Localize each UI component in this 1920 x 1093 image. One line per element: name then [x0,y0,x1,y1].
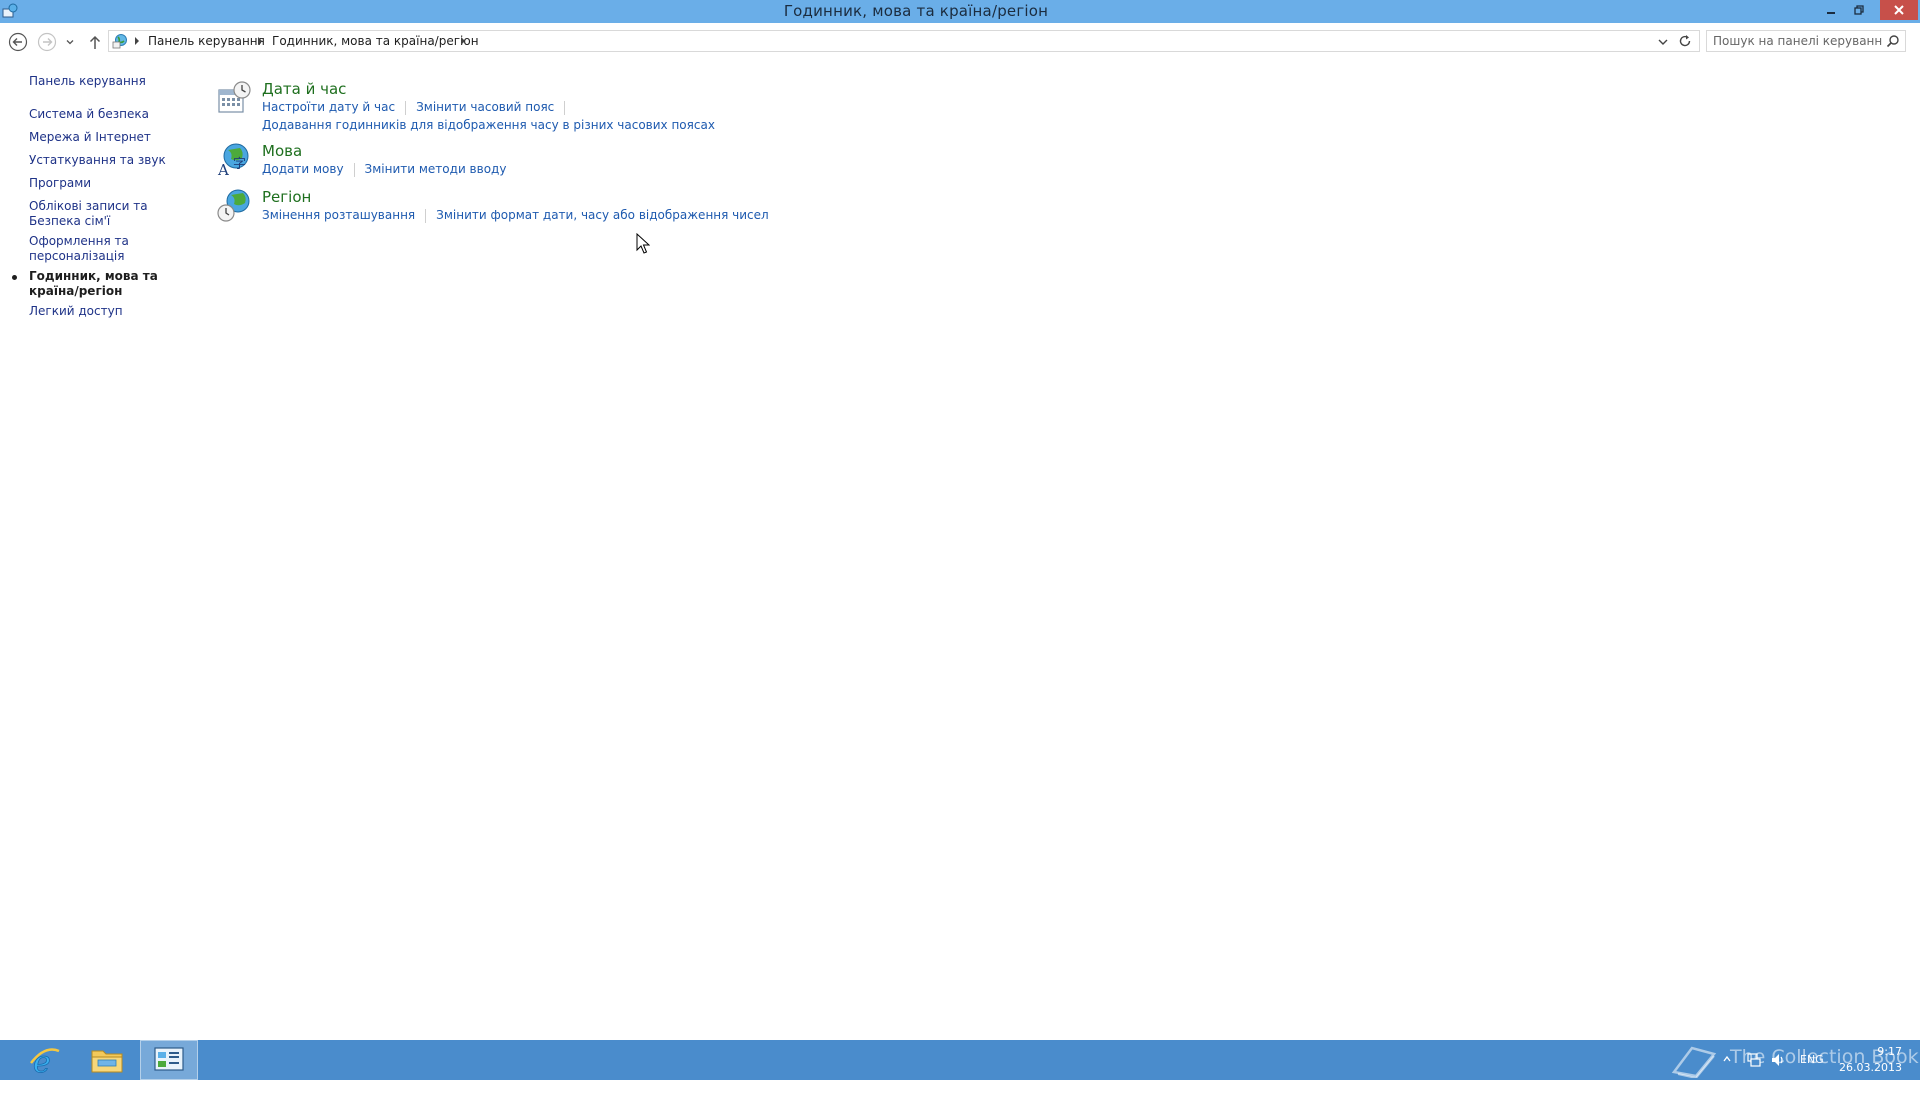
control-panel-icon [112,34,127,49]
back-arrow-icon [8,32,28,52]
add-language-link[interactable]: Додати мову [262,162,344,176]
clock[interactable]: 9:17 26.03.2013 [1832,1044,1902,1076]
svg-text:A: A [217,161,229,178]
up-button[interactable] [84,31,106,53]
taskbar-internet-explorer[interactable]: e [16,1040,74,1080]
mouse-cursor-icon [636,233,650,254]
language-title[interactable]: Мова [262,142,302,160]
window-title: Годинник, мова та країна/регіон [783,2,1049,20]
nav-system-security[interactable]: Система й безпека [29,107,189,122]
internet-explorer-icon: e [30,1045,60,1077]
date-time-links-row: Настроїти дату й час Змінити часовий пояс [262,100,575,115]
taskbar-control-panel[interactable] [140,1040,198,1080]
breadcrumb-separator-icon[interactable] [256,36,264,46]
date-time-icon[interactable] [216,80,252,116]
search-box[interactable] [1706,30,1906,52]
breadcrumb-clock-language-region[interactable]: Годинник, мова та країна/регіон [272,34,479,48]
region-icon[interactable] [216,188,252,224]
change-location-link[interactable]: Змінення розташування [262,208,415,222]
region-title[interactable]: Регіон [262,188,311,206]
clock-time: 9:17 [1877,1045,1902,1058]
address-bar[interactable]: Панель керування Годинник, мова та країн… [108,30,1700,52]
change-input-methods-link[interactable]: Змінити методи вводу [365,162,507,176]
forward-arrow-icon [37,32,57,52]
breadcrumb-separator-icon[interactable] [133,36,141,46]
title-bar: Годинник, мова та країна/регіон [0,0,1920,23]
control-panel-icon [154,1047,184,1071]
nav-user-accounts-family-safety[interactable]: Облікові записи та Безпека сім'ї [29,199,189,229]
svg-text:字: 字 [233,157,246,172]
current-item-bullet [12,275,17,280]
date-time-title[interactable]: Дата й час [262,80,346,98]
set-date-time-link[interactable]: Настроїти дату й час [262,100,395,114]
add-clocks-link[interactable]: Додавання годинників для відображення ча… [262,118,715,132]
restore-icon [1854,5,1864,15]
taskbar: e The Collection Book ENG 9:17 26.03.201… [0,1040,1920,1080]
nav-control-panel-home[interactable]: Панель керування [29,74,189,89]
volume-icon[interactable] [1770,1052,1786,1068]
link-separator [425,208,427,223]
nav-network-internet[interactable]: Мережа й Інтернет [29,130,189,145]
forward-button[interactable] [36,31,58,53]
up-arrow-icon [89,35,101,49]
restore-button[interactable] [1846,0,1872,20]
link-separator [564,100,566,115]
chevron-down-icon [66,40,74,45]
region-links-row: Змінення розташування Змінити формат дати… [262,208,769,223]
clock-date: 26.03.2013 [1839,1061,1902,1074]
nav-ease-of-access[interactable]: Легкий доступ [29,304,189,319]
back-button[interactable] [7,31,29,53]
link-separator [353,162,355,177]
recent-locations-button[interactable] [62,31,78,53]
breadcrumb-control-panel[interactable]: Панель керування [148,34,265,48]
file-explorer-icon [91,1050,123,1073]
close-icon [1894,5,1904,15]
network-icon[interactable] [1746,1052,1762,1068]
language-links-row: Додати мову Змінити методи вводу [262,162,506,177]
show-hidden-icons-icon[interactable] [1722,1054,1732,1064]
refresh-icon[interactable] [1677,33,1693,49]
nav-appearance-personalization[interactable]: Оформлення та персоналізація [29,234,189,264]
search-input[interactable] [1713,33,1883,49]
change-date-time-number-formats-link[interactable]: Змінити формат дати, часу або відображен… [436,208,769,222]
nav-programs[interactable]: Програми [29,176,189,191]
watermark-book-logo [1671,1046,1717,1078]
minimize-button[interactable] [1818,0,1844,20]
address-dropdown-icon[interactable] [1656,35,1670,49]
link-separator [405,100,407,115]
close-button[interactable] [1880,0,1918,20]
change-time-zone-link[interactable]: Змінити часовий пояс [416,100,554,114]
nav-hardware-sound[interactable]: Устаткування та звук [29,153,189,168]
minimize-icon [1827,12,1835,14]
input-language-indicator[interactable]: ENG [1800,1053,1824,1093]
language-icon[interactable]: A 字 [216,142,252,178]
nav-clock-language-region: Годинник, мова та країна/регіон [29,269,158,298]
date-time-links-row-2: Додавання годинників для відображення ча… [262,118,715,132]
breadcrumb-separator-icon[interactable] [459,36,467,46]
navigation-bar: Панель керування Годинник, мова та країн… [0,24,1920,58]
search-icon[interactable] [1886,34,1900,48]
taskbar-file-explorer[interactable] [78,1040,136,1080]
